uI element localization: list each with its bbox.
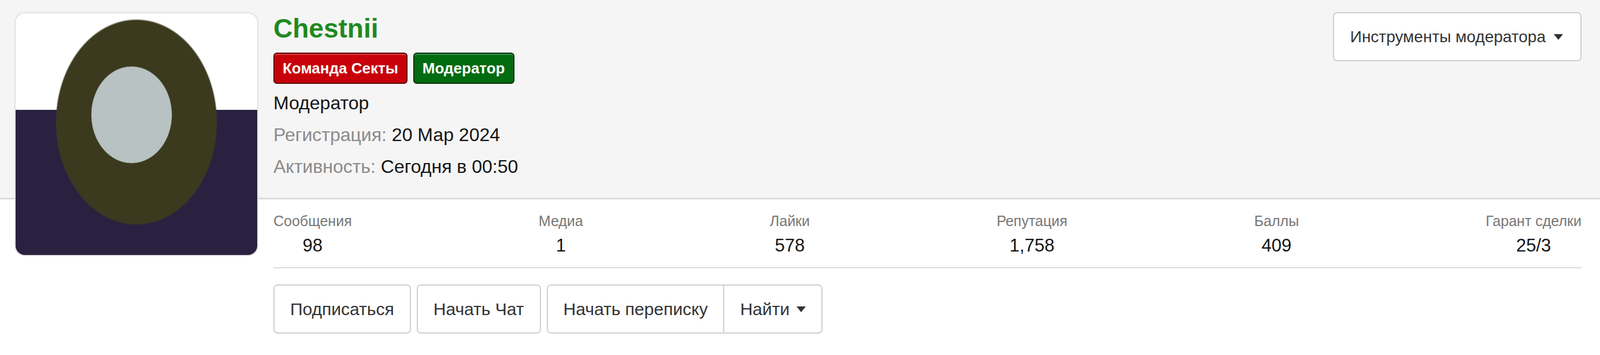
stat-item[interactable]: Медиа 1 (538, 211, 584, 257)
moderator-tools-button[interactable]: Инструменты модератора (1332, 12, 1582, 62)
detail-label: Регистрация: (273, 124, 387, 146)
detail-value: Сегодня в 00:50 (380, 156, 519, 177)
profile-header: ChestniiКоманда СектыМодераторМодераторР… (0, 0, 1600, 334)
profile-info: ChestniiКоманда СектыМодераторМодераторР… (273, 12, 1582, 199)
stat-value: 1,758 (1009, 234, 1055, 257)
stat-label: Гарант сделки (1485, 211, 1582, 231)
user-badge: Модератор (413, 52, 515, 84)
stat-item[interactable]: Баллы 409 (1254, 211, 1299, 257)
button-label: Подписаться (290, 299, 395, 320)
stat-label: Медиа (538, 211, 584, 231)
stat-item[interactable]: Гарант сделки 25/3 (1485, 211, 1582, 257)
button-label: Начать Чат (433, 299, 525, 320)
detail-label: Активность: (273, 156, 376, 177)
stat-value: 1 (556, 234, 566, 257)
stat-label: Сообщения (273, 211, 353, 231)
avatar-image[interactable] (14, 12, 259, 257)
action-bar: Подписаться Начать Чат Начать переписку Най… (273, 284, 1582, 334)
username[interactable]: Chestnii (273, 12, 518, 45)
stat-value: 409 (1261, 234, 1292, 257)
action-button[interactable]: Начать Чат (416, 284, 542, 334)
button-group: Начать переписку Найти (546, 284, 823, 334)
stat-label: Лайки (769, 211, 810, 231)
button-label: Найти (739, 299, 790, 320)
moderator-tools-label: Инструменты модератора (1350, 27, 1546, 47)
button-group: Подписаться (273, 284, 411, 334)
badge-list: Команда СектыМодератор (273, 52, 518, 84)
stat-item[interactable]: Лайки 578 (769, 211, 810, 257)
stat-value: 98 (302, 234, 323, 257)
button-group: Начать Чат (416, 284, 542, 334)
stat-item[interactable]: Репутация 1,758 (996, 211, 1068, 257)
detail-row: Активность: Сегодня в 00:50 (273, 150, 518, 183)
stats-row: Сообщения 98 Медиа 1 Лайки 578 Репутация 1,758 Б… (273, 198, 1582, 269)
stat-value: 578 (775, 234, 806, 257)
caret-down-icon (796, 306, 806, 313)
detail-value: 20 Мар 2024 (391, 124, 500, 146)
find-dropdown[interactable]: Найти (723, 284, 823, 334)
stat-value: 25/3 (1516, 234, 1551, 257)
user-badge: Команда Секты (273, 52, 408, 84)
detail-row: Регистрация: 20 Мар 2024 (273, 119, 518, 151)
button-label: Начать переписку (563, 299, 709, 320)
action-button[interactable]: Подписаться (273, 284, 411, 334)
stat-item[interactable]: Сообщения 98 (273, 211, 353, 257)
stat-label: Баллы (1254, 211, 1299, 231)
user-title: Модератор (273, 87, 518, 120)
caret-down-icon (1553, 34, 1564, 40)
info-block: ChestniiКоманда СектыМодераторМодераторР… (273, 12, 518, 183)
action-button[interactable]: Начать переписку (546, 284, 725, 334)
profile-main: ChestniiКоманда СектыМодераторМодераторР… (273, 12, 1582, 334)
stat-label: Репутация (996, 211, 1068, 231)
